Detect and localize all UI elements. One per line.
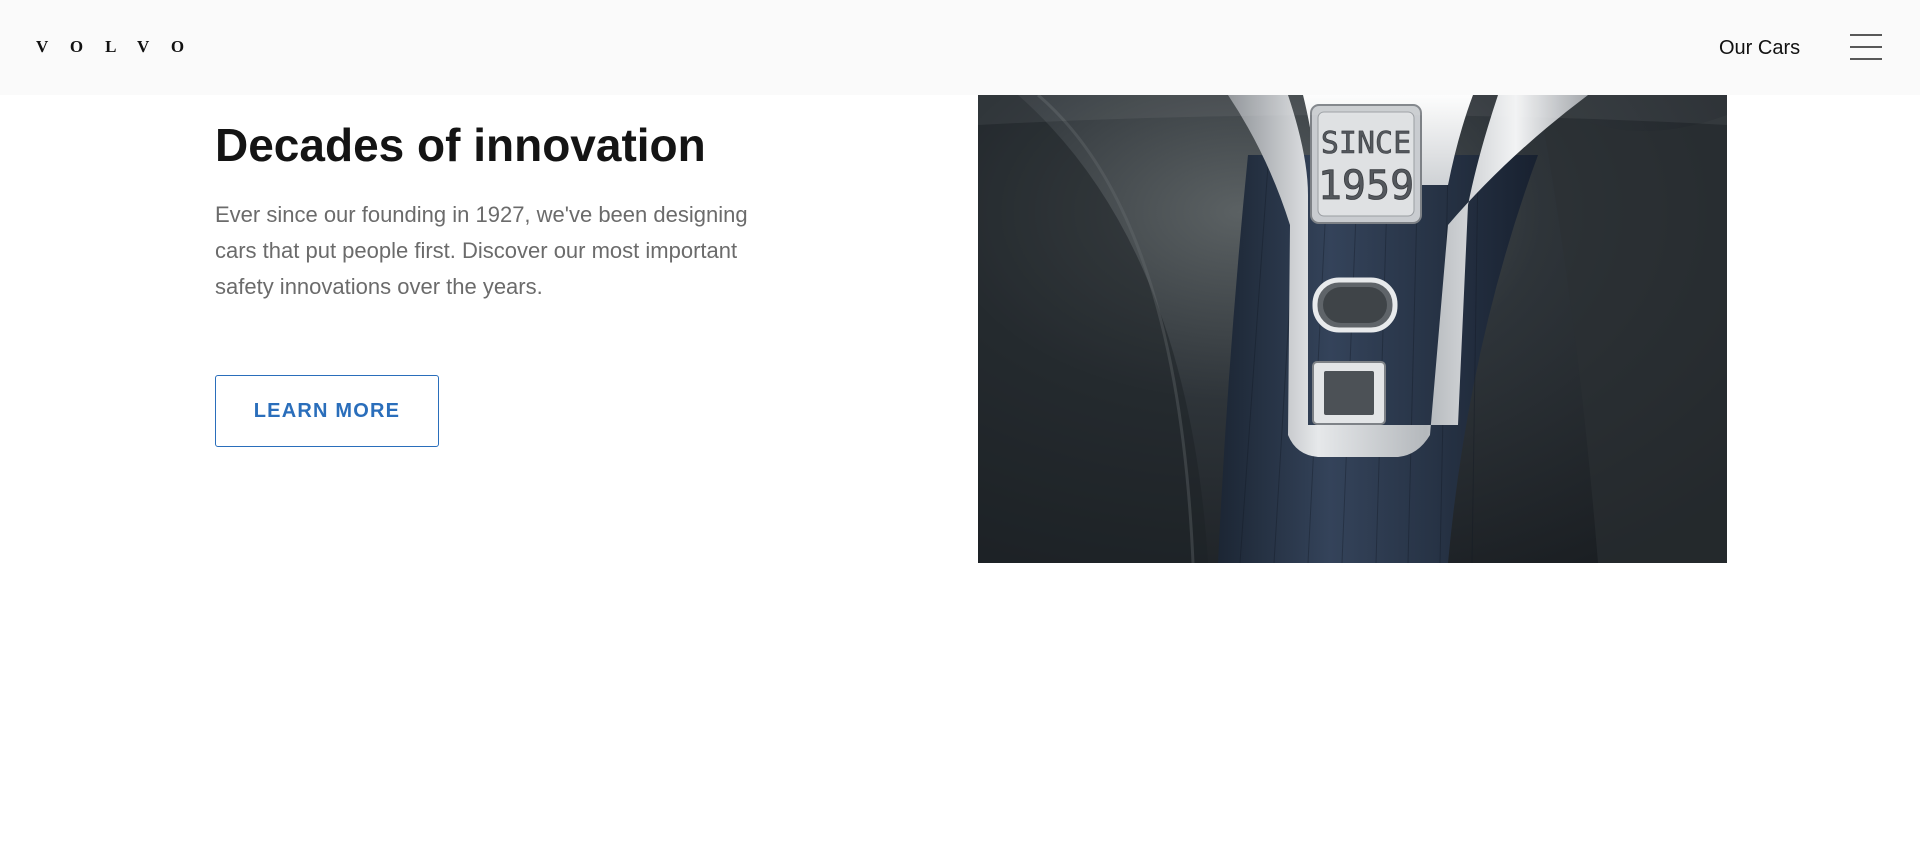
hamburger-menu-icon[interactable] [1848, 31, 1884, 63]
nav-our-cars-link[interactable]: Our Cars [1719, 36, 1800, 60]
site-header: VOLVO Our Cars [0, 0, 1920, 95]
engraving-since: SINCE [1321, 126, 1411, 161]
seatbelt-photo: SINCE 1959 [978, 95, 1727, 563]
intro-paragraph: Ever since our founding in 1927, we've b… [215, 202, 748, 299]
volvo-logo[interactable]: VOLVO [36, 36, 206, 58]
engraving-year: 1959 [1318, 163, 1414, 209]
seatbelt-buckle-illustration: SINCE 1959 [978, 95, 1727, 563]
learn-more-button[interactable]: LEARN MORE [215, 375, 439, 447]
page-title: Decades of innovation [215, 119, 706, 171]
page-content: Decades of innovation Ever since our fou… [0, 0, 1920, 847]
